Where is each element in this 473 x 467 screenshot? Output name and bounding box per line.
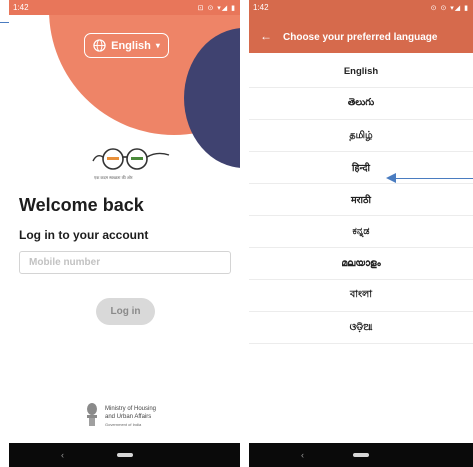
nav-home-icon[interactable] — [116, 453, 133, 457]
logo-tagline: एक कदम स्वच्छता की ओर — [94, 175, 133, 180]
annotation-arrow-head — [386, 173, 396, 183]
language-option-odia[interactable]: ଓଡ଼ିଆ — [249, 312, 473, 344]
status-bar: 1:42 ⊡ ⊙ ▾◢ ▮ — [9, 0, 240, 15]
navigation-bar: ‹ — [249, 443, 473, 467]
language-selector[interactable]: English ▾ — [84, 33, 169, 58]
back-arrow-icon[interactable]: ← — [260, 29, 272, 43]
globe-icon — [93, 39, 106, 52]
language-list: English తెలుగు தமிழ் हिन्दी मराठी ಕನ್ನಡ … — [249, 56, 473, 344]
navigation-bar: ‹ — [9, 443, 240, 467]
language-option-malayalam[interactable]: മലയാളം — [249, 248, 473, 280]
language-option-english[interactable]: English — [249, 56, 473, 88]
status-bar: 1:42 ⊙ ⊙ ▾◢ ▮ — [249, 0, 473, 15]
login-button[interactable]: Log in — [96, 298, 155, 325]
language-option-kannada[interactable]: ಕನ್ನಡ — [249, 216, 473, 248]
ministry-line-2: and Urban Affairs — [105, 414, 152, 420]
login-screen: 1:42 ⊡ ⊙ ▾◢ ▮ English ▾ एक कदम स्वच्छता … — [9, 0, 240, 467]
ministry-text: Ministry of Housing and Urban Affairs Go… — [105, 405, 185, 429]
status-icons: ⊙ ⊙ ▾◢ ▮ — [430, 4, 469, 12]
swachh-bharat-logo — [92, 148, 170, 170]
mobile-number-input[interactable] — [19, 251, 231, 274]
status-icons: ⊡ ⊙ ▾◢ ▮ — [197, 4, 236, 12]
annotation-arrow-right — [396, 178, 473, 179]
chevron-down-icon: ▾ — [155, 41, 160, 50]
ministry-line-3: Government of India — [105, 422, 142, 427]
language-option-telugu[interactable]: తెలుగు — [249, 88, 473, 120]
page-title: Choose your preferred language — [283, 32, 438, 43]
language-option-bengali[interactable]: বাংলা — [249, 280, 473, 312]
language-selection-screen: 1:42 ⊙ ⊙ ▾◢ ▮ ← Choose your preferred la… — [249, 0, 473, 467]
language-option-hindi[interactable]: हिन्दी — [249, 152, 473, 184]
nav-home-icon[interactable] — [353, 453, 369, 457]
language-option-tamil[interactable]: தமிழ் — [249, 120, 473, 152]
status-time: 1:42 — [253, 3, 269, 12]
nav-back-icon[interactable]: ‹ — [61, 450, 64, 460]
welcome-title: Welcome back — [19, 195, 144, 215]
nav-back-icon[interactable]: ‹ — [301, 450, 304, 460]
language-option-marathi[interactable]: मराठी — [249, 184, 473, 216]
ministry-line-1: Ministry of Housing — [105, 406, 157, 412]
national-emblem-icon — [87, 403, 97, 426]
login-subtitle: Log in to your account — [19, 228, 149, 242]
language-selector-label: English — [111, 39, 151, 52]
status-time: 1:42 — [13, 3, 29, 12]
app-bar: 1:42 ⊙ ⊙ ▾◢ ▮ ← Choose your preferred la… — [249, 0, 473, 53]
